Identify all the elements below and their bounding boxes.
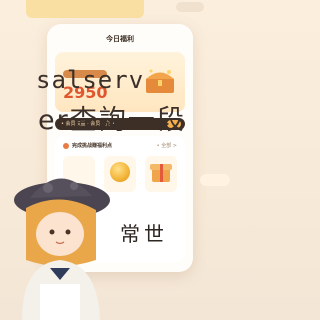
page-title: 今日福利 xyxy=(106,35,134,43)
task-dot-icon xyxy=(63,142,69,149)
gift-ribbon-icon xyxy=(160,164,163,182)
task-heading-label: 完成挑战赚福利点 xyxy=(72,143,113,149)
decorative-sticker xyxy=(26,0,144,18)
overlay-text-line-2: er查詢一段 xyxy=(38,105,186,136)
overlay-text-line-3: 常世 xyxy=(120,222,168,246)
overlay-text-line-1: salserv xyxy=(36,66,145,94)
mascot-character xyxy=(14,178,110,320)
task-heading: 完成挑战赚福利点 xyxy=(63,142,112,149)
treasure-chest-icon xyxy=(146,69,174,93)
task-more-link[interactable]: • 全部 > xyxy=(157,142,177,149)
task-tile-3[interactable] xyxy=(145,156,177,192)
decorative-bubble-right xyxy=(200,174,230,186)
decorative-bubble xyxy=(176,2,204,12)
